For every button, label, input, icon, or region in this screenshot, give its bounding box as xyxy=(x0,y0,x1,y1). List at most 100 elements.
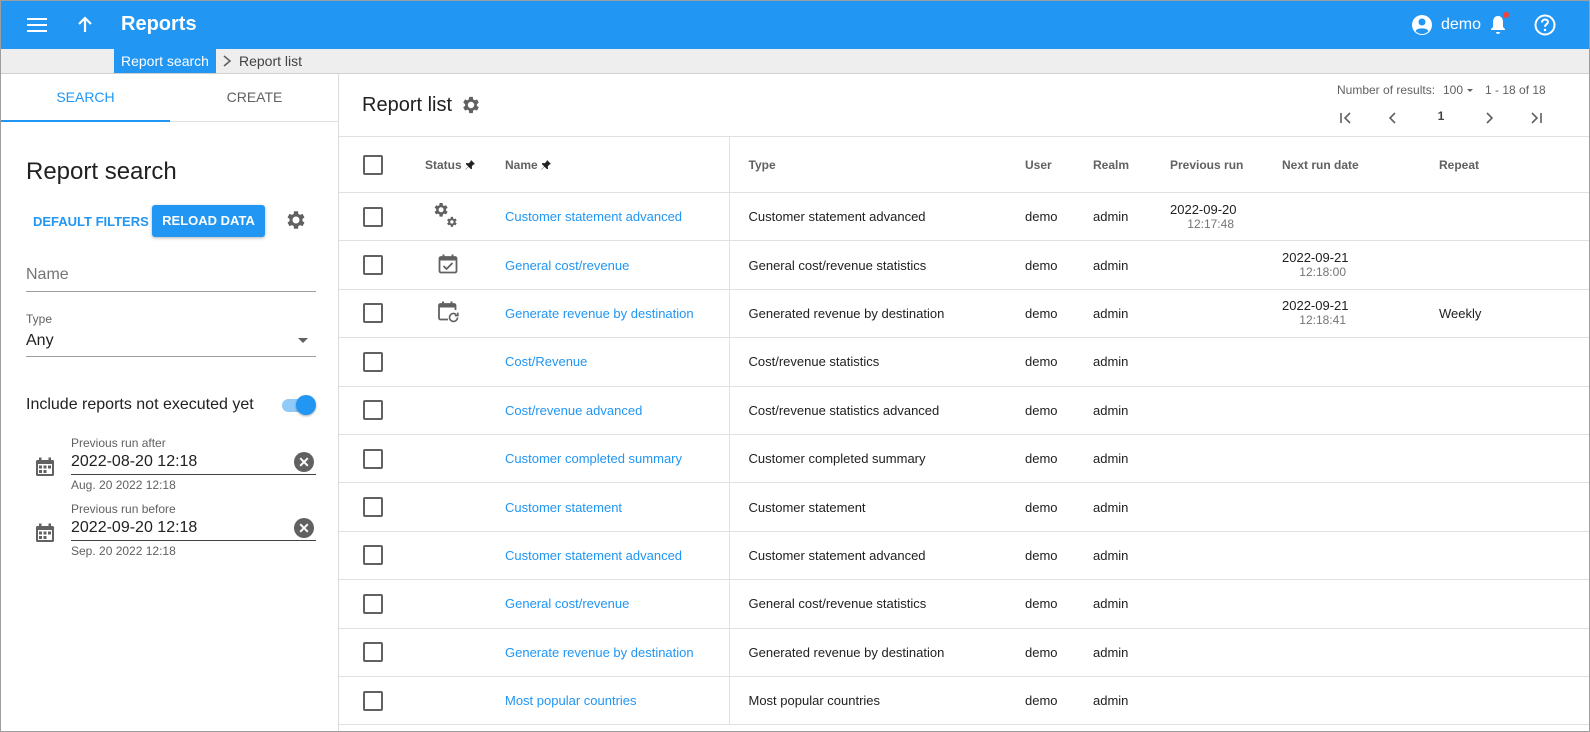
row-checkbox[interactable] xyxy=(363,690,383,711)
report-name-link[interactable]: Cost/revenue advanced xyxy=(505,403,642,418)
menu-icon[interactable] xyxy=(21,9,53,41)
header-repeat[interactable]: Repeat xyxy=(1439,136,1589,193)
report-name-link[interactable]: Customer statement xyxy=(505,500,622,515)
row-checkbox[interactable] xyxy=(363,448,383,469)
clear-icon[interactable] xyxy=(294,452,314,472)
report-name-link[interactable]: Most popular countries xyxy=(505,693,637,708)
calendar-icon[interactable] xyxy=(34,456,56,478)
first-page-icon[interactable] xyxy=(1334,106,1358,130)
include-not-executed-toggle[interactable] xyxy=(280,395,316,415)
report-name-link[interactable]: Customer statement advanced xyxy=(505,209,682,224)
type-cell: Customer statement xyxy=(729,482,1025,532)
previous-page-icon[interactable] xyxy=(1381,106,1405,130)
arrow-up-icon[interactable] xyxy=(69,9,101,41)
last-page-icon[interactable] xyxy=(1524,106,1548,130)
previous-run-cell xyxy=(1170,579,1282,629)
previous-run-after-hint: Aug. 20 2022 12:18 xyxy=(71,478,176,492)
realm-cell: admin xyxy=(1093,628,1170,677)
settings-gear-icon[interactable] xyxy=(284,208,308,232)
status-cell xyxy=(407,531,505,581)
status-cell xyxy=(407,192,505,242)
realm-cell: admin xyxy=(1093,386,1170,435)
user-cell: demo xyxy=(1025,337,1093,387)
row-checkbox[interactable] xyxy=(363,497,383,518)
notifications-icon[interactable] xyxy=(1482,9,1514,41)
header-user[interactable]: User xyxy=(1025,136,1093,193)
select-all-checkbox[interactable] xyxy=(363,154,383,175)
realm-cell: admin xyxy=(1093,240,1170,290)
row-checkbox[interactable] xyxy=(363,593,383,614)
table-row[interactable]: Most popular countries Most popular count… xyxy=(339,676,1589,726)
name-cell: Customer statement advanced xyxy=(505,531,730,581)
name-input[interactable]: Name xyxy=(26,262,316,292)
report-name-link[interactable]: General cost/revenue xyxy=(505,596,629,611)
header-next-run-date[interactable]: Next run date xyxy=(1282,136,1439,193)
previous-run-before-input[interactable]: 2022-09-20 12:18 xyxy=(71,515,316,541)
table-row[interactable]: General cost/revenue General cost/revenue… xyxy=(339,240,1589,290)
table-row[interactable]: Customer statement advanced Customer stat… xyxy=(339,531,1589,581)
report-table: Status Name Type User Realm Previous run… xyxy=(339,136,1589,726)
name-placeholder: Name xyxy=(26,266,69,283)
reload-data-button[interactable]: RELOAD DATA xyxy=(152,205,265,237)
header-name[interactable]: Name xyxy=(505,136,730,193)
previous-run-cell xyxy=(1170,240,1282,290)
table-row[interactable]: Customer completed summary Customer compl… xyxy=(339,434,1589,484)
table-row[interactable]: Customer statement Customer statement demo… xyxy=(339,482,1589,532)
previous-run-after-input[interactable]: 2022-08-20 12:18 xyxy=(71,449,316,475)
report-name-link[interactable]: Customer completed summary xyxy=(505,451,682,466)
header-status[interactable]: Status xyxy=(407,136,505,193)
report-name-link[interactable]: Generate revenue by destination xyxy=(505,306,694,321)
row-checkbox[interactable] xyxy=(363,206,383,227)
row-checkbox[interactable] xyxy=(363,400,383,421)
report-name-link[interactable]: Customer statement advanced xyxy=(505,548,682,563)
clear-icon[interactable] xyxy=(294,518,314,538)
breadcrumb-report-search[interactable]: Report search xyxy=(114,49,216,73)
pin-icon[interactable] xyxy=(540,159,552,171)
row-checkbox[interactable] xyxy=(363,255,383,276)
previous-run-value: 2022-09-20 12:17:48 xyxy=(1170,202,1282,232)
list-settings-gear-icon[interactable] xyxy=(460,94,482,116)
header-realm[interactable]: Realm xyxy=(1093,136,1170,193)
header-type[interactable]: Type xyxy=(729,136,1025,193)
status-cell xyxy=(407,337,505,387)
breadcrumb-current: Report list xyxy=(239,53,303,69)
table-row[interactable]: Cost/Revenue Cost/revenue statistics demo a… xyxy=(339,337,1589,387)
row-checkbox-cell xyxy=(339,386,407,435)
row-checkbox[interactable] xyxy=(363,642,383,663)
previous-run-cell xyxy=(1170,289,1282,339)
help-icon[interactable] xyxy=(1529,9,1561,41)
previous-run-cell xyxy=(1170,386,1282,435)
user-menu[interactable]: demo xyxy=(1411,9,1481,41)
report-name-link[interactable]: Cost/Revenue xyxy=(505,354,587,369)
calendar-icon[interactable] xyxy=(34,522,56,544)
results-count-select[interactable]: 100 xyxy=(1443,83,1474,97)
row-checkbox[interactable] xyxy=(363,545,383,566)
header-previous-run[interactable]: Previous run xyxy=(1170,136,1282,193)
table-row[interactable]: Generate revenue by destination Generated… xyxy=(339,628,1589,677)
user-cell: demo xyxy=(1025,289,1093,339)
toggle-thumb xyxy=(296,395,316,415)
row-checkbox[interactable] xyxy=(363,303,383,324)
table-row[interactable]: General cost/revenue General cost/revenue… xyxy=(339,579,1589,629)
name-cell: Customer completed summary xyxy=(505,434,730,484)
report-name-link[interactable]: Generate revenue by destination xyxy=(505,645,694,660)
status-cell xyxy=(407,240,505,290)
report-name-link[interactable]: General cost/revenue xyxy=(505,258,629,273)
default-filters-button[interactable]: DEFAULT FILTERS xyxy=(25,207,157,237)
user-cell: demo xyxy=(1025,386,1093,435)
next-run-cell: 2022-09-21 12:18:41 xyxy=(1282,289,1439,339)
type-cell: Customer completed summary xyxy=(729,434,1025,484)
type-select[interactable]: Any xyxy=(26,328,316,357)
table-row[interactable]: Cost/revenue advanced Cost/revenue statis… xyxy=(339,386,1589,435)
pin-icon[interactable] xyxy=(464,159,476,171)
table-row[interactable]: Customer statement advanced Customer stat… xyxy=(339,192,1589,242)
type-cell: General cost/revenue statistics xyxy=(729,579,1025,629)
tab-search[interactable]: SEARCH xyxy=(1,74,170,122)
tab-create[interactable]: CREATE xyxy=(170,74,339,122)
table-row[interactable]: Generate revenue by destination Generated… xyxy=(339,289,1589,339)
next-run-value: 2022-09-21 12:18:00 xyxy=(1282,250,1439,280)
next-page-icon[interactable] xyxy=(1477,106,1501,130)
table-body: Customer statement advanced Customer stat… xyxy=(339,192,1589,726)
row-checkbox[interactable] xyxy=(363,351,383,372)
header-checkbox-cell xyxy=(339,136,407,193)
